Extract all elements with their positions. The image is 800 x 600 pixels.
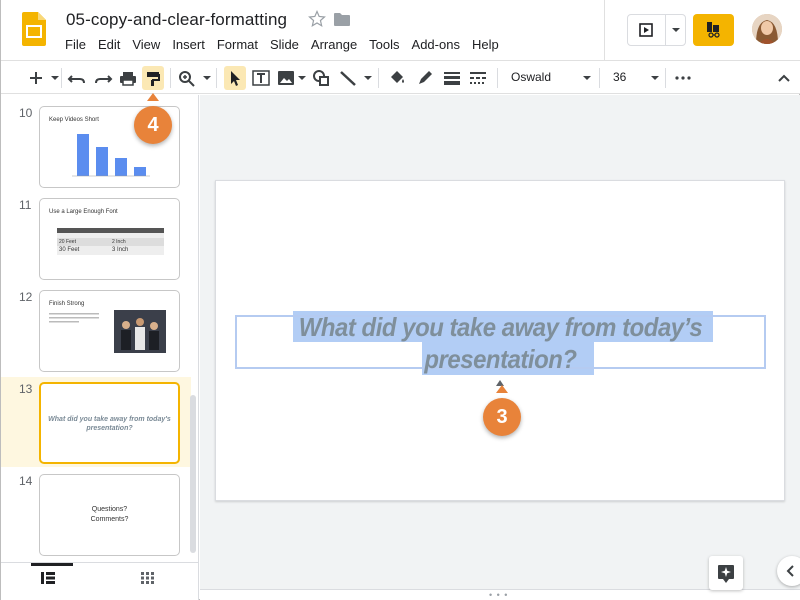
menu-insert[interactable]: Insert bbox=[166, 36, 211, 54]
filmstrip-view-icon[interactable] bbox=[41, 572, 55, 584]
folder-icon[interactable] bbox=[334, 13, 350, 26]
redo-icon[interactable] bbox=[93, 66, 113, 90]
chevron-down-icon[interactable] bbox=[583, 76, 591, 80]
slide-quote-text[interactable]: What did you take away from today’s pres… bbox=[256, 311, 745, 375]
chevron-down-icon[interactable] bbox=[651, 76, 659, 80]
select-icon[interactable] bbox=[224, 66, 246, 90]
share-button[interactable] bbox=[693, 14, 734, 46]
chevron-down-icon[interactable] bbox=[51, 76, 59, 80]
side-panel-toggle[interactable] bbox=[777, 556, 800, 586]
font-family-select[interactable]: Oswald bbox=[511, 70, 551, 84]
thumbnail-title: Questions? Comments? bbox=[90, 506, 129, 523]
grid-view-icon[interactable] bbox=[141, 572, 154, 584]
current-slide[interactable]: What did you take away from today’s pres… bbox=[215, 180, 785, 501]
menu-bar: File Edit View Insert Format Slide Arran… bbox=[59, 36, 505, 54]
menu-add-ons[interactable]: Add-ons bbox=[406, 36, 466, 54]
toolbar-divider bbox=[216, 68, 217, 88]
line-icon[interactable] bbox=[338, 66, 358, 90]
toolbar-divider bbox=[665, 68, 666, 88]
border-color-icon[interactable] bbox=[415, 66, 435, 90]
quote-line-2: presentation? bbox=[424, 344, 577, 374]
collapse-icon[interactable] bbox=[775, 66, 793, 90]
table-cell: 2 Inch bbox=[112, 239, 126, 245]
table-cell: 30 Feet bbox=[59, 247, 80, 253]
shape-icon[interactable] bbox=[311, 66, 331, 90]
menu-view[interactable]: View bbox=[126, 36, 166, 54]
slide-number: 13 bbox=[19, 382, 33, 396]
menu-tools[interactable]: Tools bbox=[363, 36, 405, 54]
menu-format[interactable]: Format bbox=[211, 36, 264, 54]
menu-help[interactable]: Help bbox=[466, 36, 505, 54]
slide-thumbnail-13[interactable]: What did you take away from today's pres… bbox=[39, 382, 180, 464]
toolbar-divider bbox=[61, 68, 62, 88]
table-cell: 3 Inch bbox=[112, 247, 129, 253]
slide-filmstrip: 10 Keep Videos Short 11 Use a Large Enou… bbox=[1, 95, 199, 562]
menu-file[interactable]: File bbox=[59, 36, 92, 54]
menu-arrange[interactable]: Arrange bbox=[305, 36, 363, 54]
quote-line-1: What did you take away from today’s bbox=[298, 312, 703, 342]
active-view-indicator bbox=[31, 563, 73, 566]
border-dash-icon[interactable] bbox=[468, 66, 488, 90]
step-callout-4: 4 bbox=[134, 106, 172, 144]
filmstrip-scrollbar[interactable] bbox=[190, 395, 196, 553]
share-icon bbox=[707, 22, 720, 38]
slide-number: 11 bbox=[19, 198, 32, 212]
print-icon[interactable] bbox=[118, 66, 138, 90]
explore-icon bbox=[718, 565, 734, 583]
slide-number: 14 bbox=[19, 474, 33, 488]
paint-format-icon[interactable] bbox=[142, 66, 164, 90]
border-weight-icon[interactable] bbox=[442, 66, 462, 90]
textbox-icon[interactable] bbox=[251, 66, 271, 90]
slide-thumbnail-12[interactable]: Finish Strong bbox=[39, 290, 180, 372]
present-button[interactable] bbox=[627, 14, 686, 46]
chevron-left-icon bbox=[786, 565, 794, 577]
font-size-select[interactable]: 36 bbox=[613, 70, 626, 84]
slide-number: 12 bbox=[19, 290, 33, 304]
star-icon[interactable] bbox=[308, 10, 326, 28]
chevron-down-icon[interactable] bbox=[203, 76, 211, 80]
undo-icon[interactable] bbox=[67, 66, 87, 90]
image-icon[interactable] bbox=[276, 66, 296, 90]
drag-handle-icon[interactable]: • • • bbox=[489, 590, 508, 600]
document-title[interactable]: 05-copy-and-clear-formatting bbox=[66, 10, 287, 30]
thumbnail-photo bbox=[49, 310, 166, 353]
callout-pointer bbox=[147, 93, 159, 101]
plus-icon[interactable] bbox=[27, 66, 45, 90]
explore-button[interactable] bbox=[709, 556, 743, 590]
slides-logo-icon[interactable] bbox=[22, 12, 46, 46]
toolbar-divider bbox=[599, 68, 600, 88]
slide-canvas: What did you take away from today’s pres… bbox=[200, 95, 800, 589]
slide-thumbnail-14[interactable]: Questions? Comments? bbox=[39, 474, 180, 556]
avatar-image bbox=[752, 14, 782, 44]
slide-number: 10 bbox=[19, 106, 33, 120]
present-icon bbox=[639, 23, 653, 37]
menu-slide[interactable]: Slide bbox=[264, 36, 305, 54]
table-cell: 20 Feet bbox=[59, 239, 76, 245]
speaker-notes-handle[interactable]: • • • bbox=[200, 589, 800, 600]
callout-pointer bbox=[496, 385, 508, 393]
step-callout-3: 3 bbox=[483, 398, 521, 436]
toolbar-divider bbox=[170, 68, 171, 88]
fill-color-icon[interactable] bbox=[387, 66, 407, 90]
toolbar-divider bbox=[378, 68, 379, 88]
menu-edit[interactable]: Edit bbox=[92, 36, 126, 54]
thumbnail-title: What did you take away from today's pres… bbox=[48, 416, 171, 432]
chevron-down-icon[interactable] bbox=[672, 28, 680, 32]
chevron-down-icon[interactable] bbox=[364, 76, 372, 80]
toolbar-divider bbox=[497, 68, 498, 88]
more-icon[interactable] bbox=[674, 66, 692, 90]
header-divider bbox=[604, 0, 605, 60]
filmstrip-view-bar bbox=[1, 562, 199, 600]
chevron-down-icon[interactable] bbox=[298, 76, 306, 80]
toolbar: Oswald 36 bbox=[1, 60, 800, 94]
slide-thumbnail-11[interactable]: Use a Large Enough Font 20 Feet 2 Inch 3… bbox=[39, 198, 180, 280]
avatar[interactable] bbox=[752, 14, 782, 44]
present-divider bbox=[665, 15, 666, 45]
header: 05-copy-and-clear-formatting File Edit V… bbox=[1, 0, 800, 60]
app-window: 05-copy-and-clear-formatting File Edit V… bbox=[0, 0, 800, 600]
zoom-icon[interactable] bbox=[177, 66, 197, 90]
